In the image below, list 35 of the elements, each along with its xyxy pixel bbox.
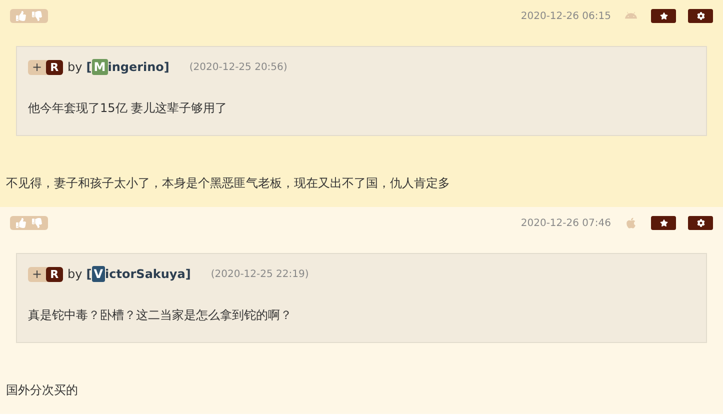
gear-icon <box>696 12 704 20</box>
gear-icon <box>696 219 704 227</box>
bracket: ] <box>164 59 170 76</box>
reply-badge[interactable]: R <box>46 266 63 282</box>
avatar-initial: V <box>92 266 106 282</box>
reply-badge[interactable]: R <box>46 60 63 74</box>
thumbs-up-icon[interactable] <box>16 218 26 228</box>
username-link[interactable]: ingerino <box>108 58 164 76</box>
expand-button[interactable]: + <box>28 268 46 280</box>
post-time: 2020-12-26 06:15 <box>520 10 611 24</box>
quote-time: (2020-12-25 22:19) <box>210 268 309 282</box>
expand-button[interactable]: + <box>28 61 46 73</box>
thumbs-down-icon[interactable] <box>32 11 42 21</box>
by-label: by <box>68 59 82 76</box>
settings-button[interactable] <box>688 9 713 23</box>
by-label: by <box>68 266 82 283</box>
quote-text: 真是铊中毒？卧槽？这二当家是怎么拿到铊的啊？ <box>28 307 293 324</box>
quote-time: (2020-12-25 20:56) <box>189 60 288 74</box>
avatar-initial: M <box>92 59 108 75</box>
post-time: 2020-12-26 07:46 <box>520 216 611 230</box>
settings-button[interactable] <box>688 216 713 230</box>
reply-text: 国外分次买的 <box>5 382 79 399</box>
favorite-button[interactable] <box>651 216 676 230</box>
apple-icon <box>625 217 637 229</box>
bracket: [ <box>86 266 92 283</box>
star-icon <box>660 219 668 227</box>
username-link[interactable]: ictorSakuya <box>105 265 186 283</box>
thumbs-down-icon[interactable] <box>32 218 42 228</box>
bracket: [ <box>86 59 92 76</box>
favorite-button[interactable] <box>651 9 676 23</box>
quote-text: 他今年套现了15亿 妻儿这辈子够用了 <box>28 100 228 117</box>
bracket: ] <box>185 266 191 283</box>
thumbs-up-icon[interactable] <box>16 11 26 21</box>
star-icon <box>660 12 668 20</box>
reply-text: 不见得，妻子和孩子太小了，本身是个黑恶匪气老板，现在又出不了国，仇人肯定多 <box>5 175 451 192</box>
